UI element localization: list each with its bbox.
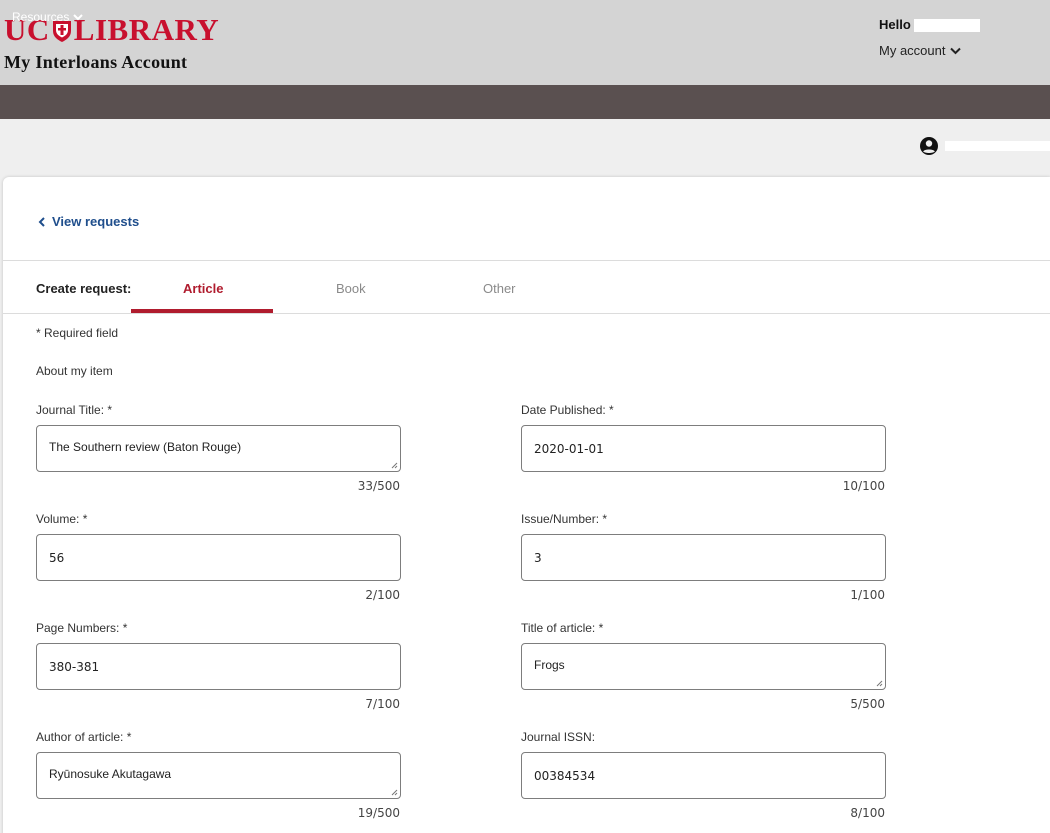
- journal-issn-field[interactable]: 00384534: [521, 752, 886, 799]
- journal-issn-label: Journal ISSN:: [521, 730, 596, 744]
- article-author-field[interactable]: Ryūnosuke Akutagawa: [36, 752, 401, 799]
- page-numbers-counter: 7/100: [365, 697, 400, 711]
- issue-number-counter: 1/100: [850, 588, 885, 602]
- chevron-left-icon: [38, 216, 45, 227]
- issue-number-label: Issue/Number: *: [521, 512, 608, 526]
- volume-label: Volume: *: [36, 512, 88, 526]
- volume-field[interactable]: 56: [36, 534, 401, 581]
- volume-counter: 2/100: [365, 588, 400, 602]
- chevron-down-icon: [950, 47, 962, 54]
- resize-handle-icon[interactable]: [391, 462, 398, 469]
- view-requests-link[interactable]: View requests: [38, 214, 139, 229]
- tab-book[interactable]: Book: [336, 281, 366, 296]
- user-avatar-icon[interactable]: [919, 136, 939, 156]
- required-field-note: * Required field: [36, 326, 119, 340]
- article-author-value: Ryūnosuke Akutagawa: [49, 767, 172, 781]
- journal-title-label: Journal Title: *: [36, 403, 113, 417]
- resources-menu[interactable]: Resources: [12, 10, 84, 24]
- redacted-user-name: [945, 141, 1050, 151]
- divider: [3, 260, 1050, 261]
- issue-number-value: 3: [534, 550, 542, 565]
- resize-handle-icon[interactable]: [876, 680, 883, 687]
- site-subtitle: My Interloans Account: [4, 52, 188, 72]
- divider: [3, 313, 1050, 314]
- article-title-field[interactable]: Frogs: [521, 643, 886, 690]
- main-nav: [0, 85, 1050, 119]
- page-numbers-field[interactable]: 380-381: [36, 643, 401, 690]
- user-bar: [0, 119, 1050, 174]
- date-published-value: 2020-01-01: [534, 441, 604, 456]
- journal-issn-counter: 8/100: [850, 806, 885, 820]
- view-requests-label: View requests: [52, 214, 140, 229]
- my-account-label: My account: [879, 43, 946, 58]
- resources-label: Resources: [12, 10, 70, 24]
- greeting-text: Hello: [879, 17, 911, 32]
- create-request-label: Create request:: [36, 281, 132, 296]
- date-published-label: Date Published: *: [521, 403, 614, 417]
- article-title-label: Title of article: *: [521, 621, 604, 635]
- page-numbers-value: 380-381: [49, 659, 100, 674]
- greeting: Hello: [879, 17, 980, 33]
- chevron-down-icon: [73, 13, 84, 20]
- section-title: About my item: [36, 364, 113, 378]
- redacted-username: [913, 19, 980, 33]
- resize-handle-icon[interactable]: [391, 789, 398, 796]
- date-published-field[interactable]: 2020-01-01: [521, 425, 886, 472]
- my-account-menu[interactable]: My account: [879, 43, 962, 58]
- issue-number-field[interactable]: 3: [521, 534, 886, 581]
- journal-title-counter: 33/500: [357, 479, 400, 493]
- article-author-label: Author of article: *: [36, 730, 132, 744]
- article-title-counter: 5/500: [850, 697, 885, 711]
- article-title-value: Frogs: [534, 658, 565, 672]
- journal-title-value: The Southern review (Baton Rouge): [49, 440, 242, 454]
- article-author-counter: 19/500: [357, 806, 400, 820]
- page-numbers-label: Page Numbers: *: [36, 621, 128, 635]
- journal-title-field[interactable]: The Southern review (Baton Rouge): [36, 425, 401, 472]
- journal-issn-value: 00384534: [534, 768, 596, 783]
- date-published-counter: 10/100: [842, 479, 885, 493]
- tab-other[interactable]: Other: [483, 281, 516, 296]
- logo-library-text: LIBRARY: [73, 12, 220, 47]
- tab-article[interactable]: Article: [183, 281, 223, 296]
- volume-value: 56: [49, 550, 65, 565]
